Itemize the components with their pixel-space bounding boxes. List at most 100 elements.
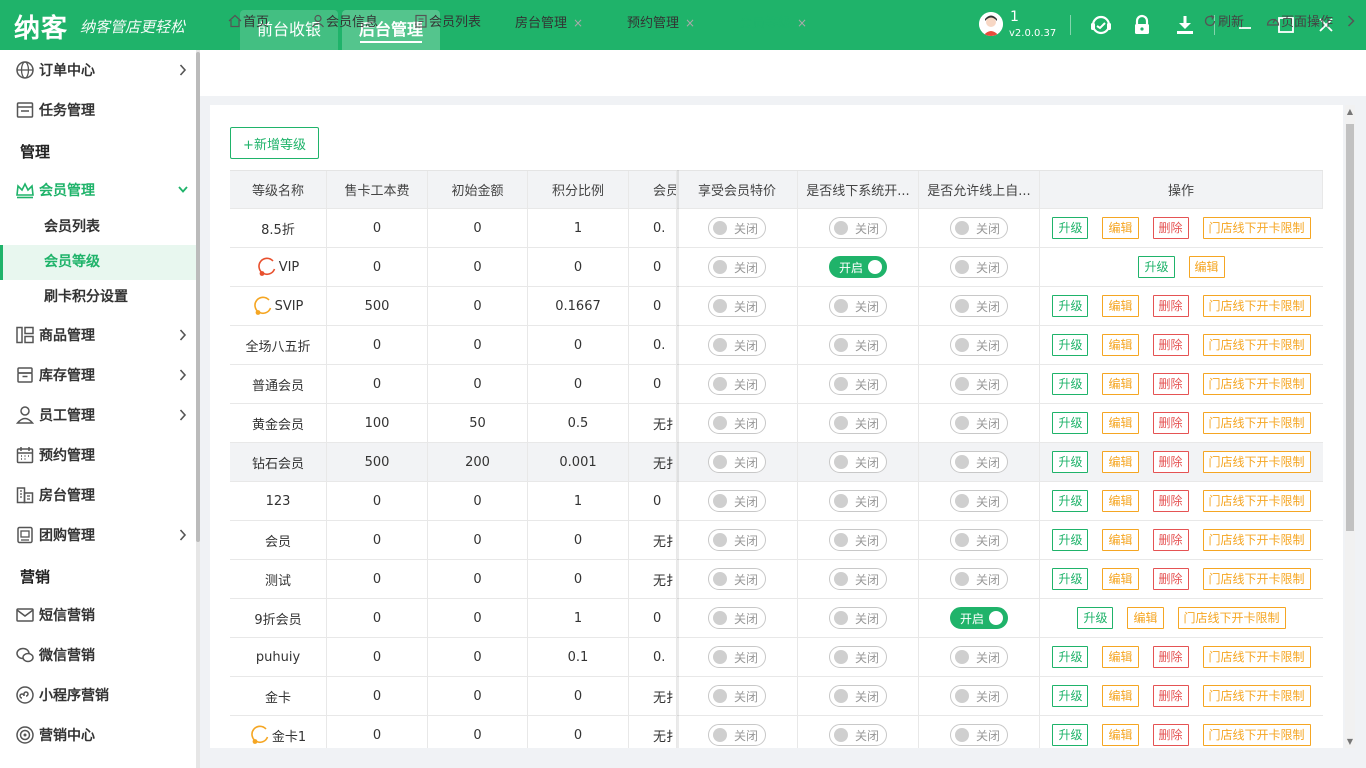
offline-open-switch[interactable]: 关闭 [829, 412, 887, 434]
table-row[interactable]: 全场八五折 0 0 0 0. 关闭 关闭 关闭 升级 编辑 删除 门店线下开卡限制 [230, 326, 1323, 365]
online-self-switch[interactable]: 关闭 [950, 295, 1008, 317]
special-price-switch[interactable]: 关闭 [708, 724, 766, 746]
edit-button[interactable]: 编辑 [1102, 295, 1139, 317]
menu-room[interactable]: 房台管理 [0, 475, 196, 515]
table-row[interactable]: 9折会员 0 0 1 0 关闭 关闭 开启 升级 编辑 门店线下开卡限制 [230, 599, 1323, 638]
support-icon[interactable] [1089, 13, 1113, 37]
special-price-switch[interactable]: 关闭 [708, 529, 766, 551]
card-limit-button[interactable]: 门店线下开卡限制 [1202, 568, 1311, 590]
lock-icon[interactable] [1130, 13, 1154, 37]
table-row[interactable]: 会员 0 0 0 无扌 关闭 关闭 关闭 升级 编辑 删除 门店线下开卡限制 [230, 521, 1323, 560]
offline-open-switch[interactable]: 关闭 [829, 217, 887, 239]
card-limit-button[interactable]: 门店线下开卡限制 [1177, 607, 1286, 629]
refresh-button[interactable]: 刷新 [1203, 0, 1244, 46]
menu-wechat[interactable]: 微信营销 [0, 635, 196, 675]
table-row[interactable]: 金卡 0 0 0 无扌 关闭 关闭 关闭 升级 编辑 删除 门店线下开卡限制 [230, 677, 1323, 716]
card-limit-button[interactable]: 门店线下开卡限制 [1202, 724, 1311, 746]
card-limit-button[interactable]: 门店线下开卡限制 [1202, 451, 1311, 473]
special-price-switch[interactable]: 关闭 [708, 568, 766, 590]
online-self-switch[interactable]: 关闭 [950, 451, 1008, 473]
delete-button[interactable]: 删除 [1152, 217, 1189, 239]
delete-button[interactable]: 删除 [1152, 685, 1189, 707]
offline-open-switch[interactable]: 关闭 [829, 607, 887, 629]
online-self-switch[interactable]: 关闭 [950, 529, 1008, 551]
special-price-switch[interactable]: 关闭 [708, 373, 766, 395]
upgrade-button[interactable]: 升级 [1052, 685, 1089, 707]
menu-booking[interactable]: 预约管理 [0, 435, 196, 475]
edit-button[interactable]: 编辑 [1102, 334, 1139, 356]
delete-button[interactable]: 删除 [1152, 568, 1189, 590]
online-self-switch[interactable]: 关闭 [950, 217, 1008, 239]
special-price-switch[interactable]: 关闭 [708, 490, 766, 512]
upgrade-button[interactable]: 升级 [1052, 295, 1089, 317]
table-row[interactable]: 测试 0 0 0 无扌 关闭 关闭 关闭 升级 编辑 删除 门店线下开卡限制 [230, 560, 1323, 599]
offline-open-switch[interactable]: 关闭 [829, 685, 887, 707]
upgrade-button[interactable]: 升级 [1052, 724, 1089, 746]
table-row[interactable]: 123 0 0 1 0 关闭 关闭 关闭 升级 编辑 删除 门店线下开卡限制 [230, 482, 1323, 521]
card-limit-button[interactable]: 门店线下开卡限制 [1202, 373, 1311, 395]
delete-button[interactable]: 删除 [1152, 529, 1189, 551]
delete-button[interactable]: 删除 [1152, 412, 1189, 434]
ptab-booking[interactable]: 预约管理 × [627, 0, 695, 46]
online-self-switch[interactable]: 关闭 [950, 646, 1008, 668]
page-ops-button[interactable]: 页面操作 [1266, 0, 1333, 46]
upgrade-button[interactable]: 升级 [1052, 529, 1089, 551]
menu-stock[interactable]: 库存管理 [0, 355, 196, 395]
edit-button[interactable]: 编辑 [1102, 412, 1139, 434]
edit-button[interactable]: 编辑 [1102, 529, 1139, 551]
upgrade-button[interactable]: 升级 [1052, 451, 1089, 473]
table-row[interactable]: 普通会员 0 0 0 0 关闭 关闭 关闭 升级 编辑 删除 门店线下开卡限制 [230, 365, 1323, 404]
special-price-switch[interactable]: 关闭 [708, 685, 766, 707]
sub-member-level[interactable]: 会员等级 [0, 245, 196, 280]
table-row[interactable]: VIP 0 0 0 0 关闭 开启 关闭 升级 编辑 [230, 248, 1323, 287]
edit-button[interactable]: 编辑 [1102, 724, 1139, 746]
online-self-switch[interactable]: 关闭 [950, 256, 1008, 278]
offline-open-switch[interactable]: 关闭 [829, 334, 887, 356]
special-price-switch[interactable]: 关闭 [708, 451, 766, 473]
menu-miniapp[interactable]: 小程序营销 [0, 675, 196, 715]
ptab-member-info[interactable]: 会员信息 [311, 0, 378, 46]
online-self-switch[interactable]: 关闭 [950, 568, 1008, 590]
ptab-home[interactable]: 首页 [228, 0, 269, 46]
online-self-switch[interactable]: 关闭 [950, 412, 1008, 434]
online-self-switch[interactable]: 关闭 [950, 685, 1008, 707]
table-row[interactable]: puhuiy 0 0 0.1 0. 关闭 关闭 关闭 升级 编辑 删除 门店线下开卡限制 [230, 638, 1323, 677]
card-limit-button[interactable]: 门店线下开卡限制 [1202, 685, 1311, 707]
menu-member[interactable]: 会员管理 [0, 170, 196, 210]
online-self-switch[interactable]: 开启 [950, 607, 1008, 629]
edit-button[interactable]: 编辑 [1102, 217, 1139, 239]
menu-sms[interactable]: 短信营销 [0, 595, 196, 635]
delete-button[interactable]: 删除 [1152, 490, 1189, 512]
upgrade-button[interactable]: 升级 [1052, 568, 1089, 590]
card-limit-button[interactable]: 门店线下开卡限制 [1202, 490, 1311, 512]
upgrade-button[interactable]: 升级 [1052, 490, 1089, 512]
edit-button[interactable]: 编辑 [1102, 568, 1139, 590]
menu-marketing-center[interactable]: 营销中心 [0, 715, 196, 755]
edit-button[interactable]: 编辑 [1102, 451, 1139, 473]
special-price-switch[interactable]: 关闭 [708, 646, 766, 668]
special-price-switch[interactable]: 关闭 [708, 607, 766, 629]
edit-button[interactable]: 编辑 [1127, 607, 1164, 629]
table-row[interactable]: 黄金会员 100 50 0.5 无扌 关闭 关闭 关闭 升级 编辑 删除 门店线下开卡限制 [230, 404, 1323, 443]
edit-button[interactable]: 编辑 [1102, 646, 1139, 668]
delete-button[interactable]: 删除 [1152, 646, 1189, 668]
edit-button[interactable]: 编辑 [1188, 256, 1225, 278]
card-limit-button[interactable]: 门店线下开卡限制 [1202, 295, 1311, 317]
edit-button[interactable]: 编辑 [1102, 373, 1139, 395]
tabs-scroll-right[interactable] [1344, 0, 1359, 46]
scroll-down-icon[interactable]: ▼ [1345, 737, 1355, 747]
upgrade-button[interactable]: 升级 [1052, 217, 1089, 239]
online-self-switch[interactable]: 关闭 [950, 373, 1008, 395]
online-self-switch[interactable]: 关闭 [950, 724, 1008, 746]
menu-order-center[interactable]: 订单中心 [0, 50, 196, 90]
table-row[interactable]: SVIP 500 0 0.1667 0 关闭 关闭 关闭 升级 编辑 删除 门店线下开卡限制 [230, 287, 1323, 326]
menu-groupbuy[interactable]: 团购管理 [0, 515, 196, 555]
offline-open-switch[interactable]: 关闭 [829, 529, 887, 551]
table-row[interactable]: 钻石会员 500 200 0.001 无扌 关闭 关闭 关闭 升级 编辑 删除 门店线下开卡限制 [230, 443, 1323, 482]
close-icon[interactable]: × [573, 16, 583, 30]
card-limit-button[interactable]: 门店线下开卡限制 [1202, 412, 1311, 434]
delete-button[interactable]: 删除 [1152, 373, 1189, 395]
special-price-switch[interactable]: 关闭 [708, 334, 766, 356]
special-price-switch[interactable]: 关闭 [708, 217, 766, 239]
table-row[interactable]: 金卡1 0 0 0 无扌 关闭 关闭 关闭 升级 编辑 删除 门店线下开卡限制 [230, 716, 1323, 748]
